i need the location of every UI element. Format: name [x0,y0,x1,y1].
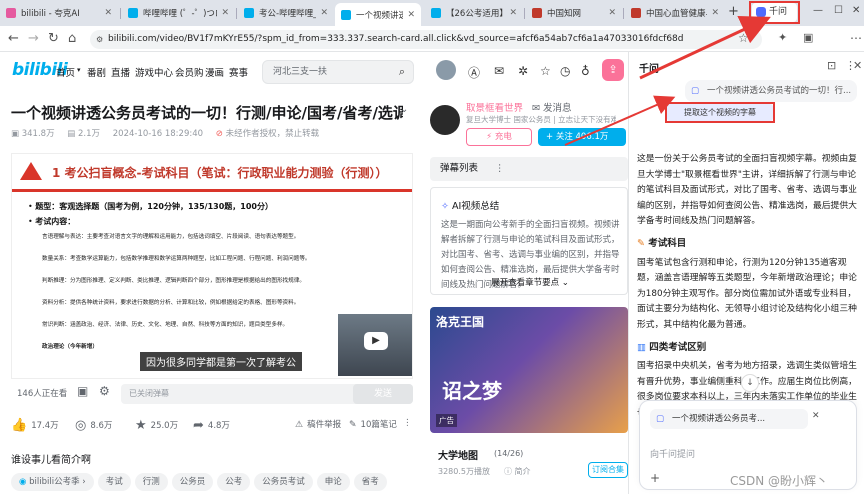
annotation-arrow [639,16,771,80]
screenshot-root: bilibili - 夸克AI ✕ 哔哩哔哩 (゜-゜)つロ 干杯 ✕ 考公-哔… [0,0,864,494]
annotation-arrows [564,16,771,146]
annotation-arrow [564,95,676,146]
csdn-watermark: CSDN @盼小辉丶 [730,474,829,488]
